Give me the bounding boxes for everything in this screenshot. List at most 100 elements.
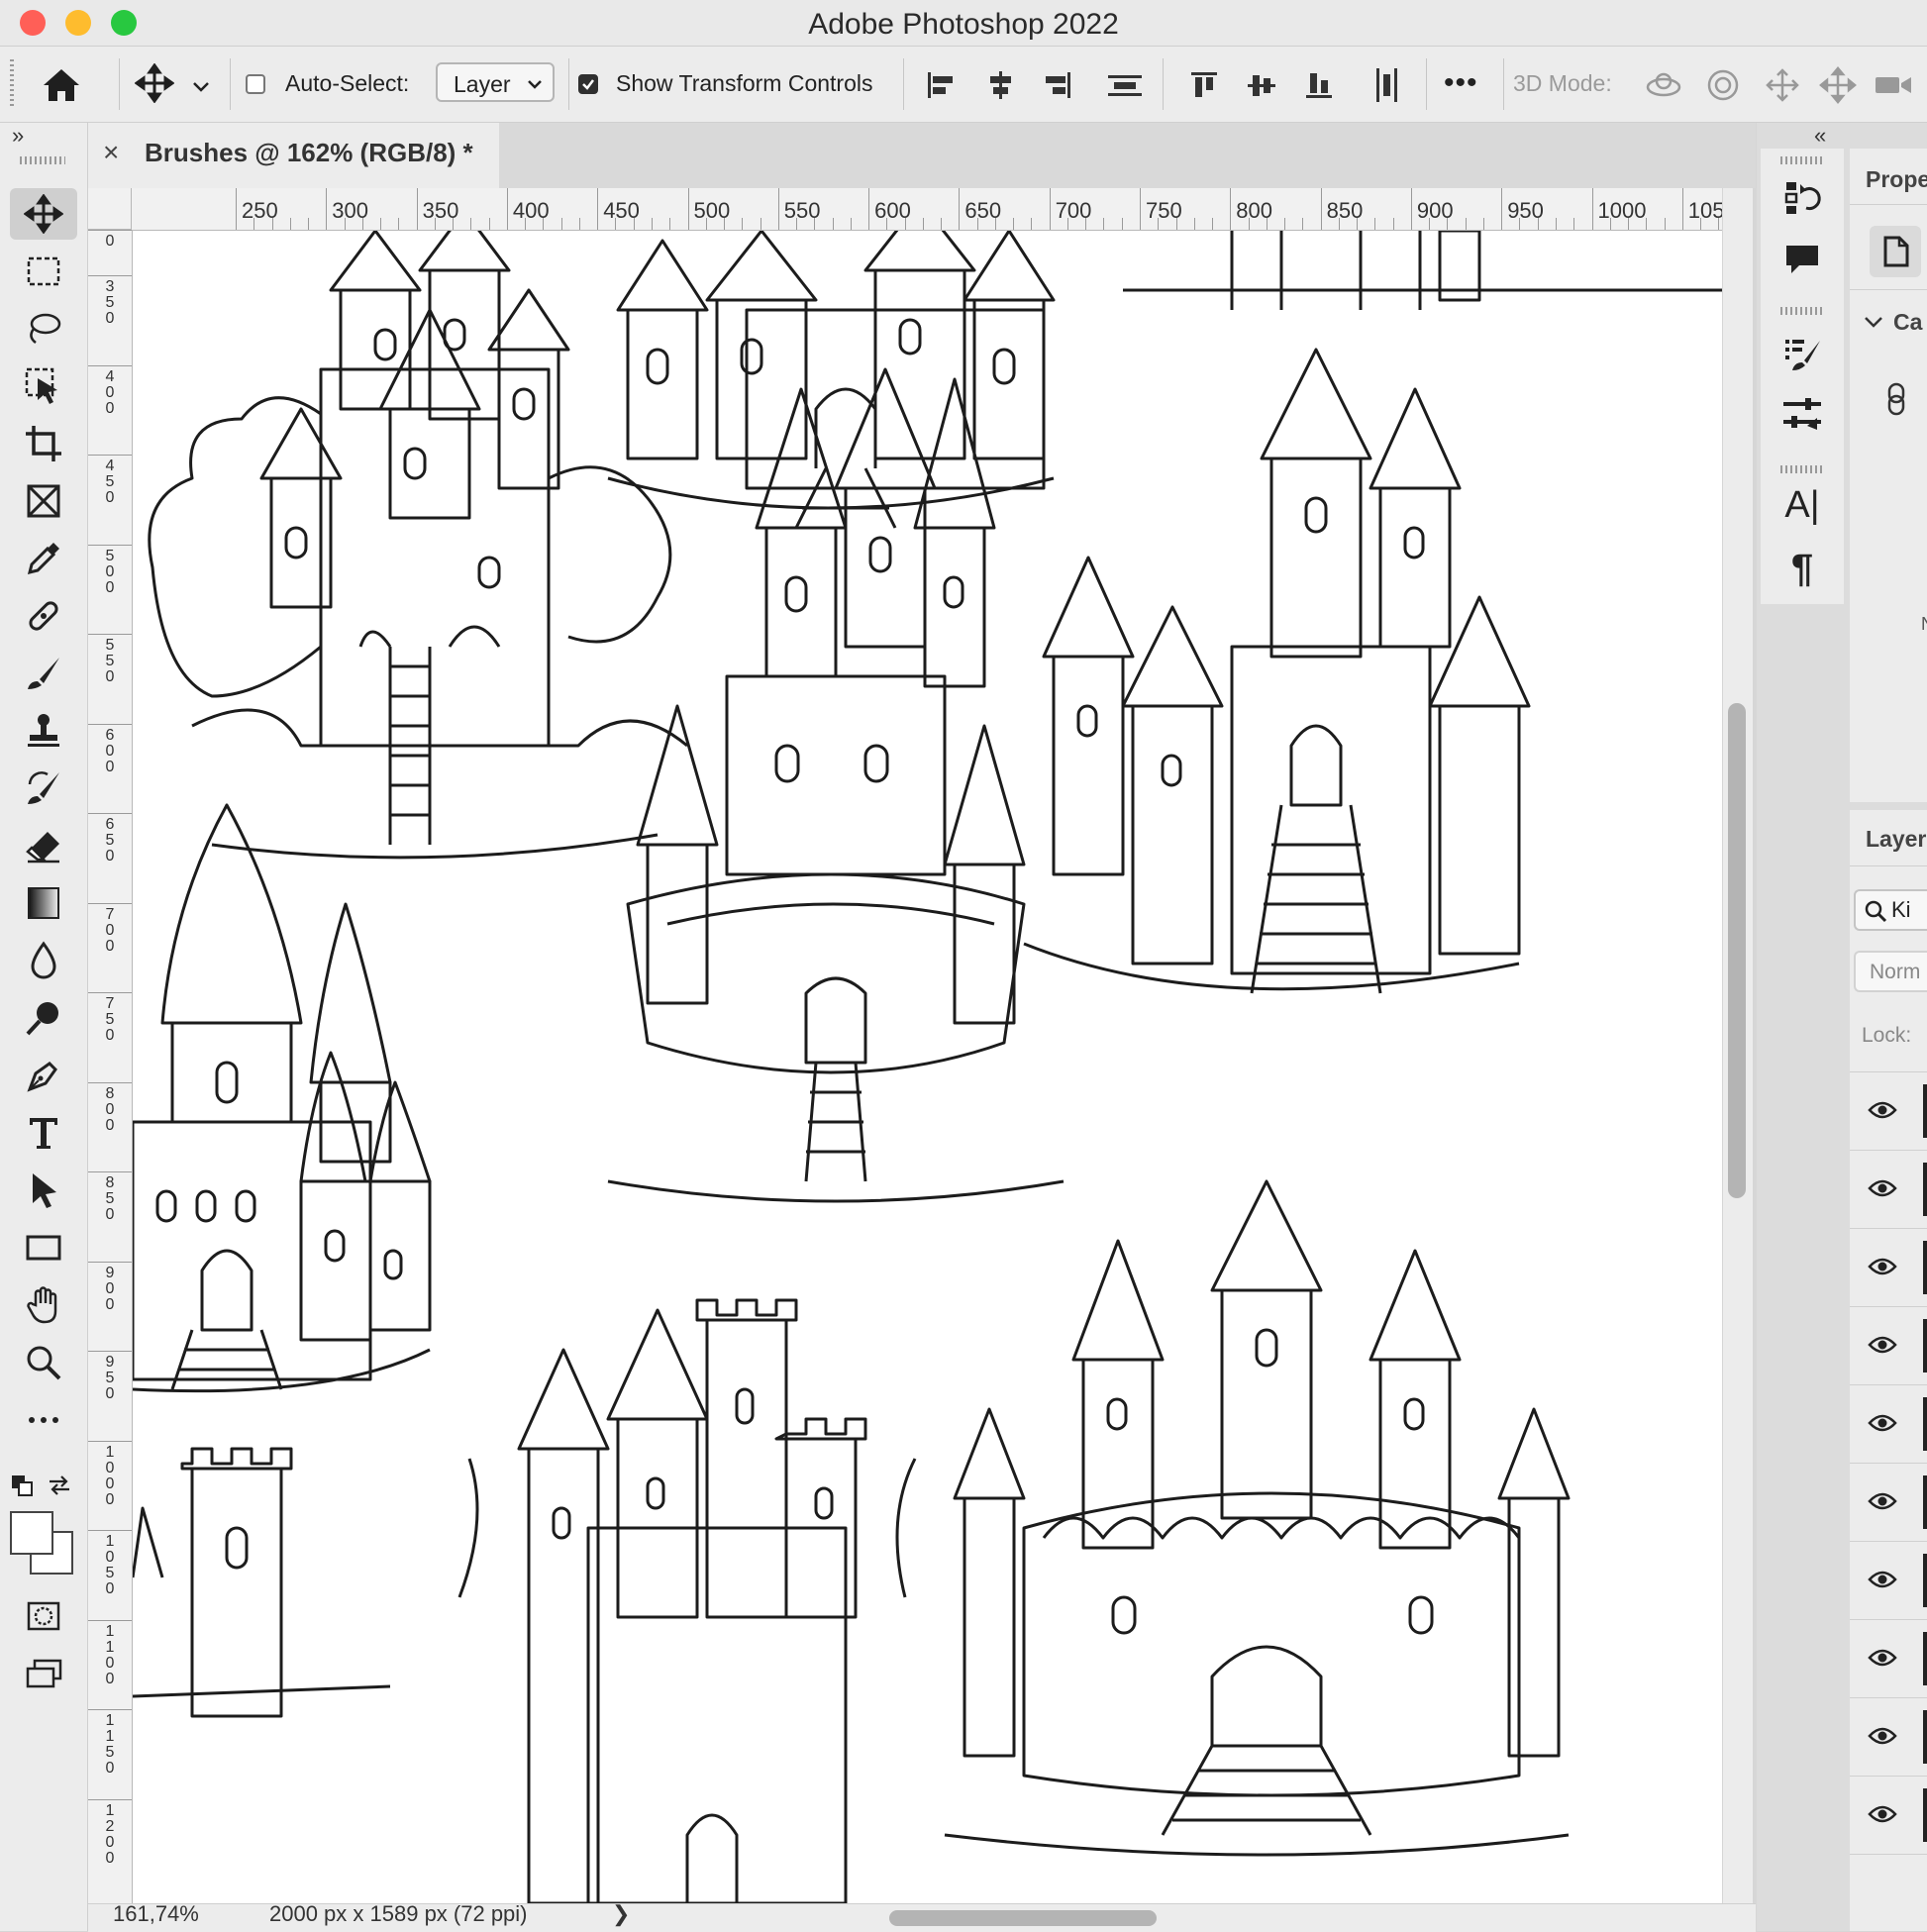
frame-tool-button[interactable]: [10, 475, 77, 527]
object-selection-tool-button[interactable]: [10, 360, 77, 412]
link-icon[interactable]: [1885, 382, 1909, 421]
collapse-panels-button[interactable]: «: [1814, 123, 1826, 149]
crop-tool-button[interactable]: [10, 418, 77, 469]
options-bar-grip[interactable]: [10, 59, 14, 109]
horizontal-ruler[interactable]: 250 300 350 400 450 500 550 600 650 700 750 800 850 9…: [88, 188, 1722, 231]
layer-row[interactable]: [1850, 1464, 1927, 1542]
document-canvas[interactable]: [133, 231, 1722, 1903]
align-vertical-centers-icon[interactable]: [1242, 61, 1281, 109]
eraser-tool-button[interactable]: [10, 820, 77, 871]
layer-row[interactable]: [1850, 1072, 1927, 1151]
distribute-vertical-icon[interactable]: [1103, 61, 1147, 109]
default-colors-icon[interactable]: [10, 1474, 34, 1502]
brush-settings-icon[interactable]: [1761, 327, 1844, 382]
3d-pan-icon[interactable]: [1761, 61, 1804, 109]
horizontal-scrollbar-thumb[interactable]: [889, 1910, 1157, 1926]
gradient-tool-button[interactable]: [10, 877, 77, 929]
layer-row[interactable]: [1850, 1307, 1927, 1385]
pen-tool-button[interactable]: [10, 1050, 77, 1101]
dodge-tool-button[interactable]: [10, 992, 77, 1044]
lasso-tool-button[interactable]: [10, 303, 77, 355]
panel-grip[interactable]: [1780, 465, 1824, 473]
layer-row[interactable]: [1850, 1777, 1927, 1855]
eye-icon[interactable]: [1868, 1648, 1897, 1668]
layers-panel-title[interactable]: Layer: [1866, 826, 1926, 853]
eye-icon[interactable]: [1868, 1257, 1897, 1276]
align-bottom-edges-icon[interactable]: [1299, 61, 1339, 109]
screen-mode-button[interactable]: [10, 1648, 77, 1699]
layer-row[interactable]: [1850, 1620, 1927, 1698]
character-icon[interactable]: A|: [1761, 477, 1844, 533]
eye-icon[interactable]: [1868, 1491, 1897, 1511]
show-transform-controls-checkbox[interactable]: [578, 74, 598, 94]
chevron-down-icon[interactable]: [188, 63, 214, 111]
move-tool-icon[interactable]: [133, 59, 176, 107]
blend-mode-dropdown[interactable]: Norm: [1854, 951, 1927, 992]
rectangle-tool-button[interactable]: [10, 1222, 77, 1273]
foreground-color-swatch[interactable]: [10, 1511, 53, 1555]
hand-tool-button[interactable]: [10, 1279, 77, 1331]
brush-tool-button[interactable]: [10, 648, 77, 699]
toolbar-grip[interactable]: [20, 156, 65, 164]
3d-camera-icon[interactable]: [1872, 61, 1915, 109]
zoom-level[interactable]: 161,74%: [113, 1901, 199, 1927]
status-menu-arrow[interactable]: ❯: [612, 1901, 630, 1927]
edit-toolbar-button[interactable]: [10, 1394, 77, 1446]
align-right-edges-icon[interactable]: [1038, 61, 1077, 109]
3d-roll-icon[interactable]: [1701, 61, 1745, 109]
eye-icon[interactable]: [1868, 1413, 1897, 1433]
adjustments-icon[interactable]: [1761, 386, 1844, 442]
layer-row[interactable]: [1850, 1385, 1927, 1464]
marquee-tool-button[interactable]: [10, 246, 77, 297]
type-tool-button[interactable]: [10, 1107, 77, 1159]
align-horizontal-centers-icon[interactable]: [980, 61, 1020, 109]
clone-stamp-tool-button[interactable]: [10, 705, 77, 757]
path-selection-tool-button[interactable]: [10, 1165, 77, 1216]
layer-filter-field[interactable]: Ki: [1854, 889, 1927, 931]
canvas-section-title[interactable]: Ca: [1893, 309, 1922, 336]
eye-icon[interactable]: [1868, 1335, 1897, 1355]
properties-panel-title[interactable]: Prope: [1866, 166, 1927, 193]
panel-grip[interactable]: [1780, 307, 1824, 315]
healing-brush-tool-button[interactable]: [10, 590, 77, 642]
align-left-edges-icon[interactable]: [921, 61, 961, 109]
comment-icon[interactable]: [1761, 232, 1844, 287]
eye-icon[interactable]: [1868, 1570, 1897, 1589]
layer-row[interactable]: [1850, 1151, 1927, 1229]
layer-row[interactable]: [1850, 1229, 1927, 1307]
collapse-toolbar-button[interactable]: »: [12, 123, 24, 149]
eye-icon[interactable]: [1868, 1100, 1897, 1120]
document-tab-title[interactable]: Brushes @ 162% (RGB/8) *: [145, 138, 473, 168]
eye-icon[interactable]: [1868, 1178, 1897, 1198]
home-icon[interactable]: [34, 61, 89, 109]
document-properties-button[interactable]: [1870, 226, 1921, 277]
blur-tool-button[interactable]: [10, 935, 77, 986]
move-tool-button[interactable]: [10, 188, 77, 240]
eyedropper-tool-button[interactable]: [10, 533, 77, 584]
auto-select-target-dropdown[interactable]: Layer: [436, 62, 555, 102]
layer-thumbnail-edge: [1923, 1084, 1927, 1138]
distribute-horizontal-icon[interactable]: [1365, 61, 1408, 109]
swap-colors-icon[interactable]: [46, 1474, 73, 1502]
eye-icon[interactable]: [1868, 1804, 1897, 1824]
zoom-tool-button[interactable]: [10, 1337, 77, 1388]
layer-row[interactable]: [1850, 1698, 1927, 1777]
more-options-button[interactable]: •••: [1444, 66, 1478, 100]
3d-orbit-icon[interactable]: [1642, 61, 1685, 109]
vertical-scrollbar-thumb[interactable]: [1728, 703, 1746, 1198]
document-size-info[interactable]: 2000 px x 1589 px (72 ppi): [269, 1901, 528, 1927]
quick-mask-button[interactable]: [10, 1590, 77, 1642]
panel-grip[interactable]: [1780, 156, 1824, 164]
vertical-ruler[interactable]: 0 350 400 450 500 550 600 650 700 750 800 850 900 950…: [88, 230, 133, 1903]
chevron-down-icon[interactable]: [1864, 315, 1883, 334]
auto-select-checkbox[interactable]: [246, 74, 265, 94]
eye-icon[interactable]: [1868, 1726, 1897, 1746]
3d-slide-icon[interactable]: [1816, 61, 1860, 109]
paragraph-icon[interactable]: ¶: [1761, 541, 1844, 596]
ruler-origin[interactable]: [88, 188, 132, 230]
history-icon[interactable]: [1761, 170, 1844, 226]
close-tab-button[interactable]: ×: [103, 137, 119, 168]
history-brush-tool-button[interactable]: [10, 763, 77, 814]
align-top-edges-icon[interactable]: [1184, 61, 1224, 109]
layer-row[interactable]: [1850, 1542, 1927, 1620]
